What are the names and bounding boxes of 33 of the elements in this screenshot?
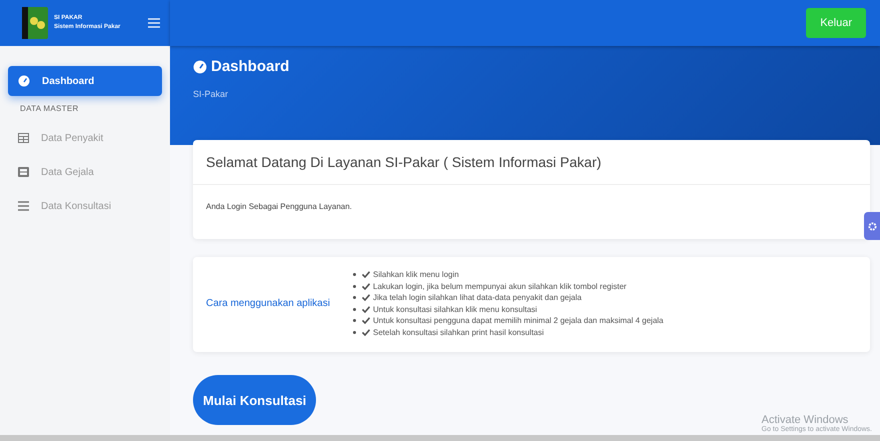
list-icon: [18, 201, 29, 211]
bullet-icon: [353, 296, 356, 300]
guide-step: Untuk konsultasi silahkan klik menu konsultasi: [373, 304, 538, 315]
gauge-icon: [193, 60, 207, 74]
menu-icon[interactable]: [148, 18, 160, 28]
breadcrumb: SI-Pakar: [193, 89, 228, 99]
bullet-icon: [353, 319, 356, 322]
guide-step: Untuk konsultasi pengguna dapat memilih minimal 2 gejala dan maksimal 4 gejala: [373, 315, 664, 326]
start-consultation-button[interactable]: Mulai Konsultasi: [193, 375, 316, 425]
settings-icon[interactable]: [864, 212, 880, 240]
page-title: Dashboard: [211, 58, 290, 75]
bullet-icon: [353, 330, 356, 334]
table-icon: [18, 133, 29, 143]
logo-icon: [22, 7, 48, 39]
bullet-icon: [353, 284, 356, 288]
sidebar-item[interactable]: Data Gejala: [8, 157, 162, 187]
bullet-icon: [353, 273, 356, 276]
sidebar-item[interactable]: Data Penyakit: [8, 123, 162, 153]
logout-button[interactable]: Keluar: [806, 8, 866, 38]
panel-icon: [18, 167, 29, 177]
card-text: Anda Login Sebagai Pengguna Layanan.: [206, 202, 352, 211]
sidebar-item[interactable]: Dashboard: [8, 66, 162, 96]
sidebar-heading: DATA MASTER: [19, 103, 80, 115]
activation-title: Activate Windows: [762, 414, 848, 426]
guide-step: Silahkan klik menu login: [373, 269, 459, 280]
gauge-icon: [18, 75, 30, 87]
bullet-icon: [353, 308, 356, 311]
guide-step: Setelah konsultasi silahkan print hasil konsultasi: [373, 326, 544, 338]
guide-title: Cara menggunakan aplikasi: [205, 298, 331, 309]
guide-step: Lakukan login, jika belum mempunyai akun silahkan klik tombol register: [373, 280, 626, 292]
guide-step: Jika telah login silahkan lihat data-data penyakit dan gejala: [373, 292, 582, 304]
card-title: Selamat Datang Di Layanan SI-Pakar ( Sistem Informasi Pakar): [206, 154, 602, 170]
sidebar-item[interactable]: Data Konsultasi: [8, 191, 162, 221]
